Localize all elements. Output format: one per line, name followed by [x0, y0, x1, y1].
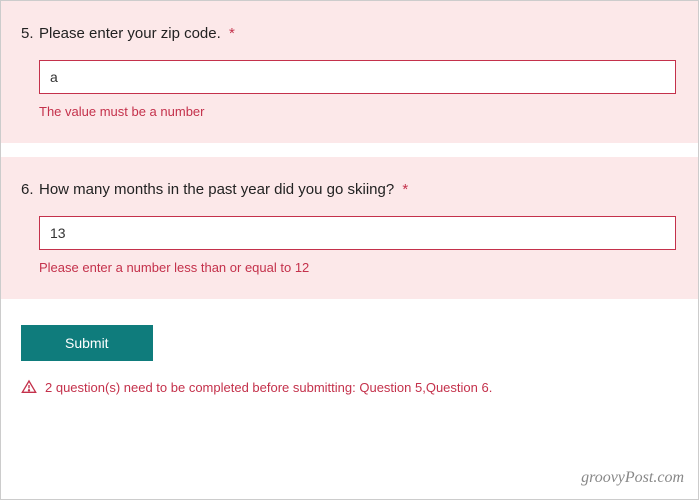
question-5-number: 5.	[21, 25, 35, 42]
question-6-number: 6.	[21, 181, 35, 198]
question-5-block: 5. Please enter your zip code. * The val…	[1, 1, 698, 143]
submit-button[interactable]: Submit	[21, 325, 153, 361]
warning-text: 2 question(s) need to be completed befor…	[45, 380, 492, 395]
warning-triangle-icon	[21, 379, 37, 395]
required-star-icon: *	[402, 181, 408, 198]
submit-area: Submit	[1, 313, 698, 365]
question-5-label: Please enter your zip code.	[39, 25, 221, 42]
form-warning: 2 question(s) need to be completed befor…	[1, 365, 698, 403]
question-6-input-wrap	[39, 216, 676, 250]
skiing-months-input[interactable]	[39, 216, 676, 250]
question-5-error: The value must be a number	[39, 104, 678, 119]
question-6-text: How many months in the past year did you…	[39, 181, 408, 198]
watermark: groovyPost.com	[581, 469, 684, 487]
question-5-input-wrap	[39, 60, 676, 94]
required-star-icon: *	[229, 25, 235, 42]
question-6-header: 6. How many months in the past year did …	[21, 181, 678, 198]
question-6-error: Please enter a number less than or equal…	[39, 260, 678, 275]
question-6-label: How many months in the past year did you…	[39, 181, 394, 198]
question-5-header: 5. Please enter your zip code. *	[21, 25, 678, 42]
zip-code-input[interactable]	[39, 60, 676, 94]
question-6-block: 6. How many months in the past year did …	[1, 157, 698, 299]
question-5-text: Please enter your zip code. *	[39, 25, 235, 42]
